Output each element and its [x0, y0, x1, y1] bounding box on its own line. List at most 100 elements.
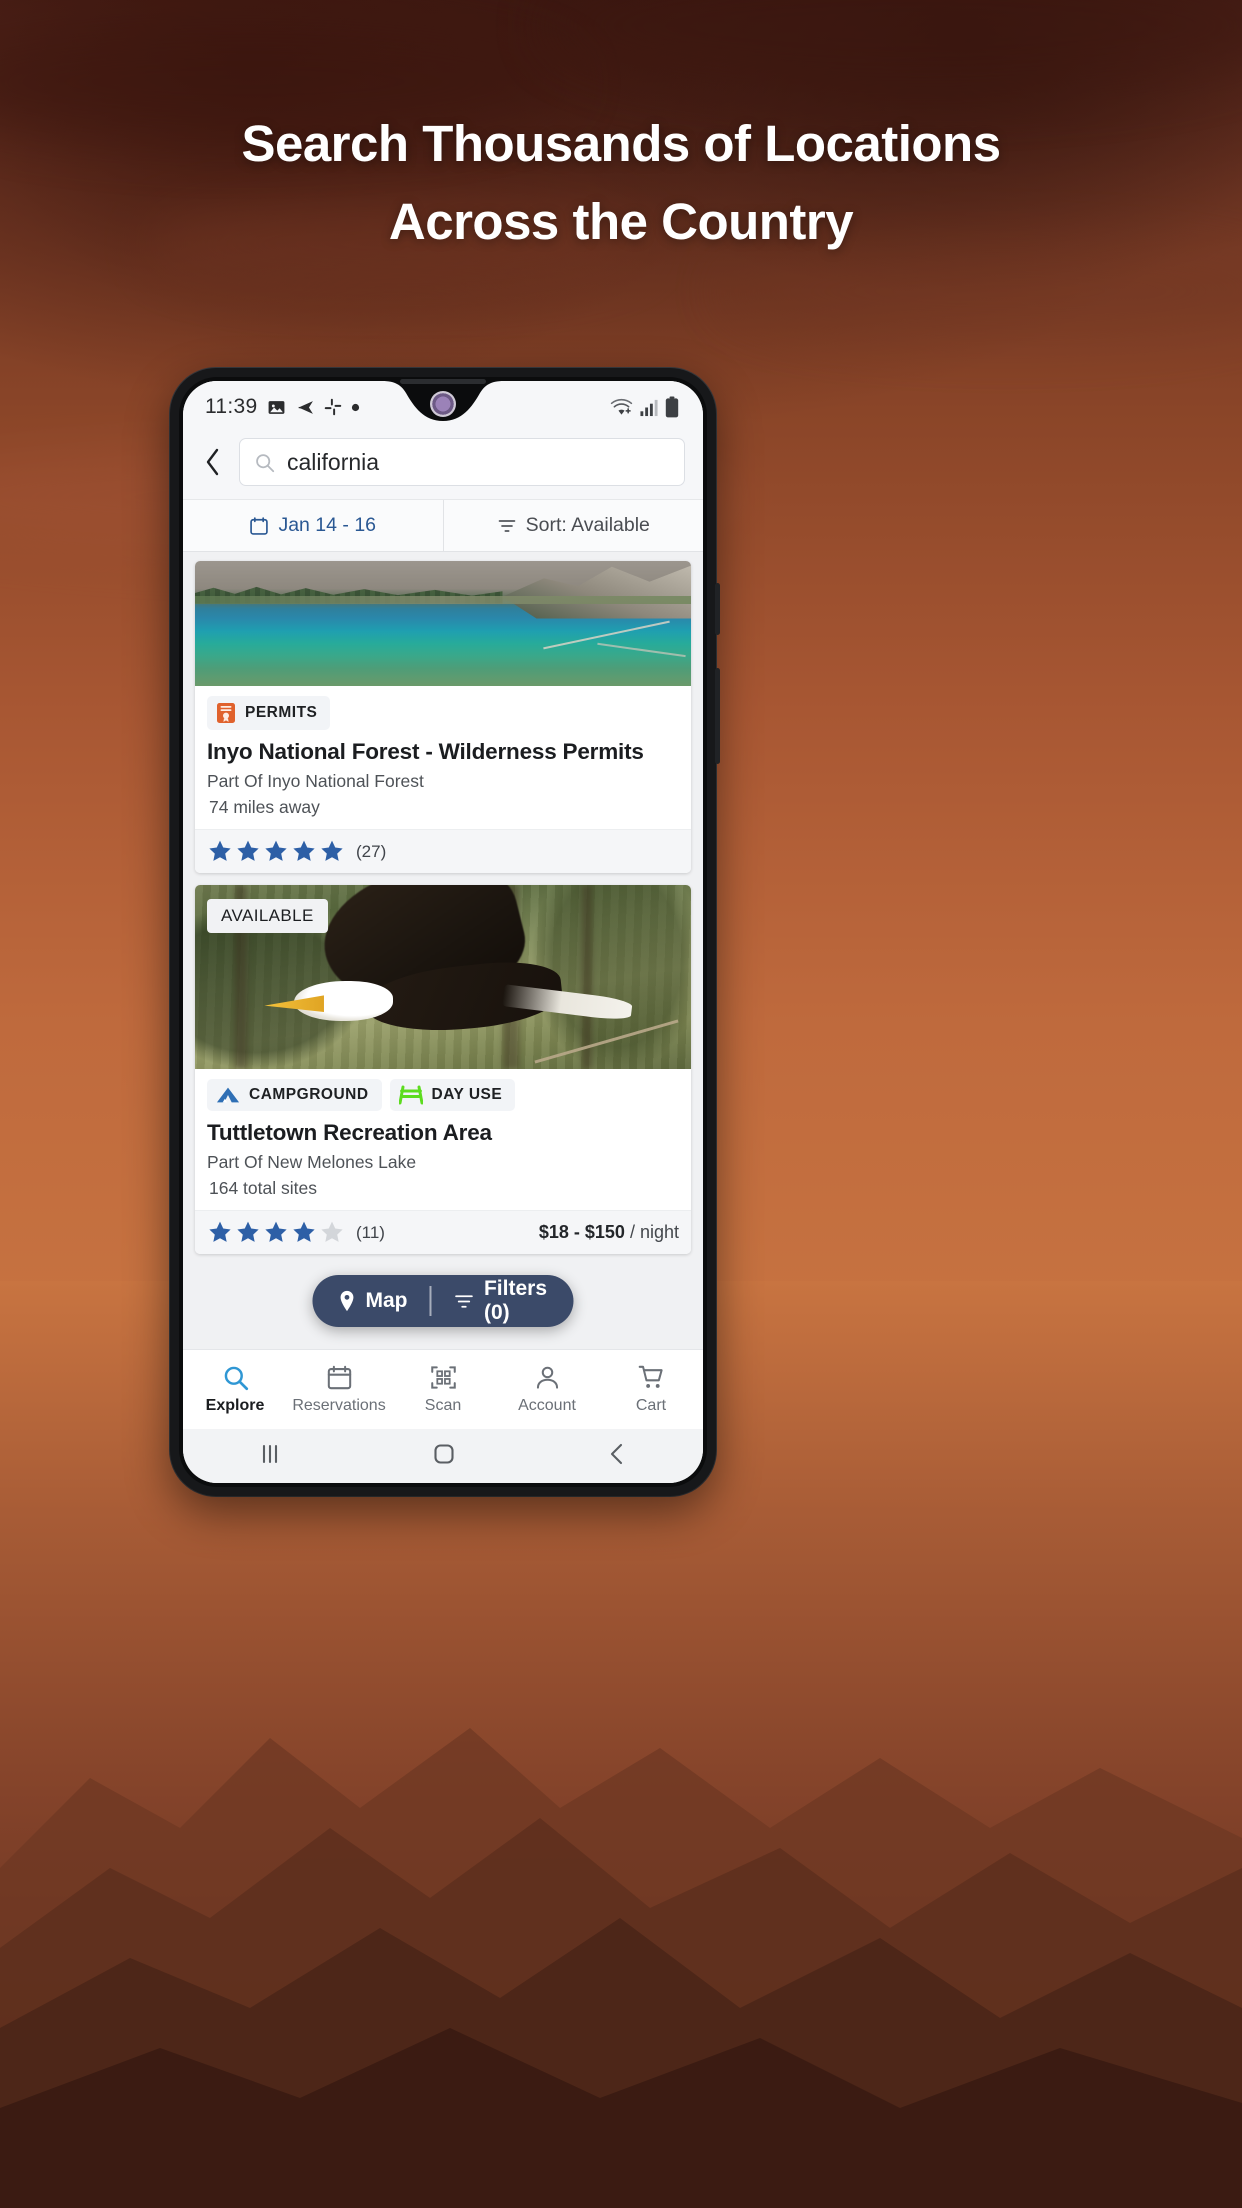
nav-item-scan[interactable]: Scan [391, 1364, 495, 1415]
star-icon [293, 840, 315, 861]
nav-label: Cart [635, 1397, 667, 1414]
calendar-icon [326, 1364, 353, 1391]
tent-icon [216, 1086, 240, 1104]
front-camera [430, 391, 456, 417]
rating: (27) [207, 839, 386, 864]
star-icon [209, 1221, 231, 1242]
card-chips: CAMPGROUND DAY USE [195, 1069, 691, 1113]
sort-button[interactable]: Sort: Available [444, 500, 704, 551]
filters-label: Filters (0) [483, 1277, 548, 1324]
card-detail: 74 miles away [209, 797, 320, 817]
search-value: california [287, 448, 380, 475]
nav-label: Scan [424, 1397, 462, 1414]
send-icon [295, 398, 315, 417]
sort-icon [497, 516, 517, 536]
card-body: Inyo National Forest - Wilderness Permit… [195, 732, 691, 829]
sort-label: Sort: Available [525, 514, 650, 536]
filter-bar: Jan 14 - 16 Sort: Available [183, 499, 703, 552]
chip-label: DAY USE [431, 1086, 503, 1103]
picnic-table-icon [398, 1085, 423, 1105]
nav-item-cart[interactable]: Cart [599, 1364, 703, 1415]
phone-screen: 11:39 california Jan 14 - 16 Sort: Avail… [183, 381, 703, 1483]
tree-trunk [581, 885, 592, 1069]
permit-icon [216, 702, 236, 724]
status-bar-right [610, 396, 681, 418]
nav-item-reservations[interactable]: Reservations [287, 1364, 391, 1415]
recents-icon[interactable] [258, 1443, 282, 1470]
card-footer: (27) [195, 829, 691, 873]
status-bar: 11:39 [183, 381, 703, 433]
chip-label: PERMITS [245, 704, 318, 721]
price-range: $18 - $150 / night [539, 1222, 679, 1243]
image-icon [267, 398, 286, 417]
map-filters-pill: Map Filters (0) [312, 1275, 574, 1327]
search-icon [222, 1364, 249, 1391]
map-pin-icon [338, 1290, 355, 1312]
status-bar-left: 11:39 [205, 395, 360, 419]
card-photo: AVAILABLE [195, 885, 691, 1069]
phone-bezel: 11:39 california Jan 14 - 16 Sort: Avail… [179, 377, 707, 1487]
chip-dayuse[interactable]: DAY USE [389, 1079, 516, 1111]
wifi-icon [610, 398, 633, 417]
calendar-icon [249, 516, 269, 536]
nav-label: Account [518, 1397, 576, 1414]
filters-button[interactable]: Filters (0) [431, 1277, 570, 1325]
star-icon [321, 840, 343, 861]
alpine-lake-photo [195, 561, 691, 686]
results-list[interactable]: PERMITS Inyo National Forest - Wildernes… [183, 552, 703, 1349]
shoreline [195, 596, 691, 604]
phone-mockup: 11:39 california Jan 14 - 16 Sort: Avail… [170, 368, 720, 1496]
star-icon [265, 840, 287, 861]
android-system-nav [183, 1429, 703, 1483]
cart-icon [638, 1364, 665, 1391]
card-detail: 164 total sites [209, 1178, 317, 1198]
rating: (11) [207, 1220, 385, 1245]
star-icon [293, 1221, 315, 1242]
person-icon [534, 1364, 561, 1391]
search-row: california [183, 433, 703, 499]
nav-label: Explore [205, 1397, 265, 1414]
review-count: (27) [356, 841, 387, 861]
qr-scan-icon [430, 1364, 457, 1391]
nav-item-explore[interactable]: Explore [183, 1364, 287, 1415]
map-button[interactable]: Map [316, 1289, 429, 1313]
card-title: Tuttletown Recreation Area [207, 1120, 492, 1145]
map-label: Map [365, 1289, 408, 1312]
date-range-button[interactable]: Jan 14 - 16 [183, 500, 444, 551]
card-subtitle: Part Of New Melones Lake [207, 1152, 417, 1172]
star-rating [207, 1220, 345, 1245]
chip-permits[interactable]: PERMITS [207, 696, 331, 730]
filter-icon [453, 1291, 474, 1312]
date-range-label: Jan 14 - 16 [278, 514, 377, 536]
chip-label: CAMPGROUND [249, 1086, 369, 1103]
list-item[interactable]: PERMITS Inyo National Forest - Wildernes… [195, 561, 691, 873]
price-unit: / night [624, 1222, 679, 1242]
star-icon-empty [321, 1221, 343, 1242]
star-icon [209, 840, 231, 861]
status-time: 11:39 [205, 395, 258, 418]
home-icon[interactable] [432, 1442, 456, 1471]
search-input[interactable]: california [239, 438, 685, 486]
dot-icon [351, 403, 360, 412]
star-icon [237, 1221, 259, 1242]
earpiece-speaker [400, 379, 486, 384]
card-body: Tuttletown Recreation Area Part Of New M… [195, 1113, 691, 1210]
chip-campground[interactable]: CAMPGROUND [207, 1079, 382, 1111]
availability-badge: AVAILABLE [207, 899, 328, 933]
battery-icon [665, 396, 679, 418]
rock-face [502, 565, 691, 619]
headline-line-2: Across the Country [388, 193, 854, 250]
star-icon [265, 1221, 287, 1242]
chevron-left-icon [206, 448, 219, 476]
card-title: Inyo National Forest - Wilderness Permit… [207, 739, 644, 764]
back-icon[interactable] [606, 1442, 628, 1471]
review-count: (11) [356, 1222, 385, 1242]
list-item[interactable]: AVAILABLE CAMPGROUND DAY USE Tuttletown … [195, 885, 691, 1254]
nav-item-account[interactable]: Account [495, 1364, 599, 1415]
star-icon [237, 840, 259, 861]
back-button[interactable] [197, 444, 229, 480]
headline-line-1: Search Thousands of Locations [241, 115, 1001, 172]
card-chips: PERMITS [195, 686, 691, 732]
branch [597, 642, 686, 657]
bottom-navigation: Explore Reservations Scan Account Cart [183, 1349, 703, 1429]
